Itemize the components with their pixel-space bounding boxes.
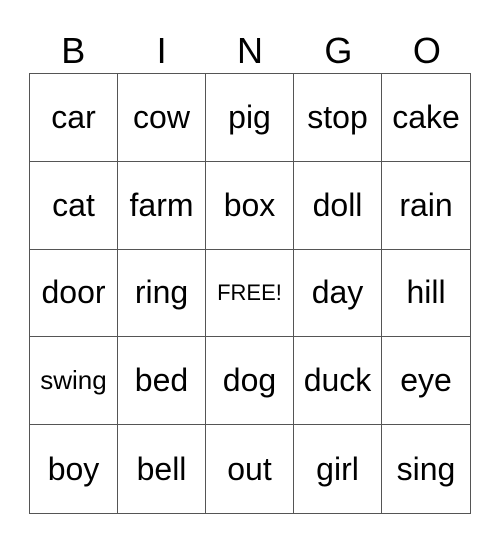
bingo-cell: swing [30, 337, 118, 426]
free-space-cell: FREE! [206, 249, 294, 338]
bingo-cell: farm [118, 161, 206, 250]
bingo-cell: hill [382, 250, 470, 338]
bingo-cell: bell [118, 425, 206, 513]
bingo-cell: door [30, 249, 118, 338]
bingo-cell: dog [206, 337, 294, 426]
bingo-cell: pig [206, 74, 294, 162]
bingo-cell: boy [30, 425, 118, 513]
header-letter-i: I [156, 30, 167, 71]
header-letter-b: B [61, 30, 86, 71]
bingo-cell: out [206, 425, 294, 513]
bingo-header: B I N G O [29, 30, 471, 72]
header-letter-n: N [237, 30, 264, 71]
bingo-cell: stop [294, 74, 382, 162]
header-letter-g: G [324, 30, 353, 71]
header-letter-o: O [412, 30, 441, 71]
bingo-cell: sing [396, 450, 456, 487]
bingo-cell: girl [294, 425, 382, 513]
bingo-cell: box [206, 161, 294, 250]
bingo-cell: cake [382, 74, 470, 162]
bingo-cell: duck [294, 337, 382, 426]
bingo-cell: day [294, 249, 382, 338]
bingo-cell: cat [30, 161, 118, 250]
bingo-cell: cow [118, 74, 206, 162]
bingo-cell: rain [382, 162, 470, 250]
bingo-cell: ring [118, 249, 206, 338]
bingo-cell: car [30, 74, 118, 162]
bingo-cell: bed [118, 337, 206, 426]
bingo-cell: eye [382, 337, 470, 426]
bingo-cell: doll [294, 161, 382, 250]
bingo-grid: car cow pig stop cake cat farm box doll … [29, 73, 471, 514]
